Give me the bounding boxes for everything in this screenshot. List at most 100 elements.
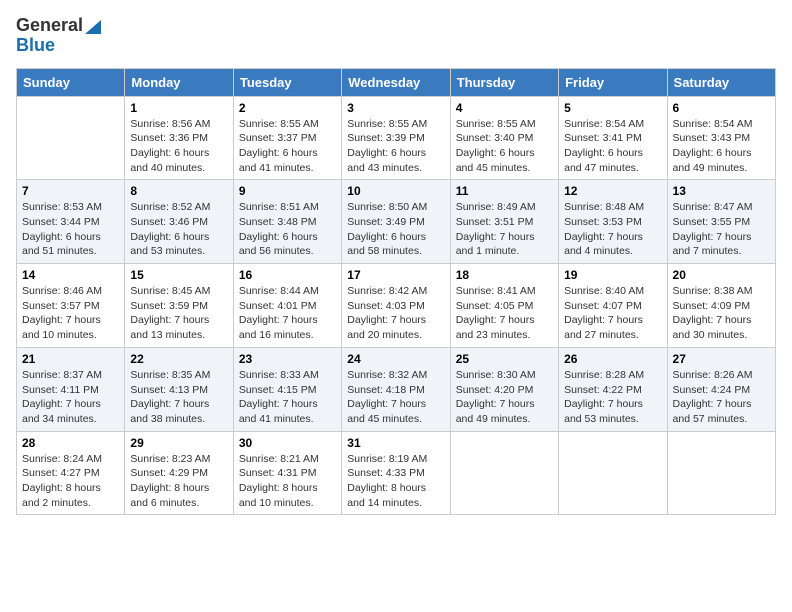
calendar-header: SundayMondayTuesdayWednesdayThursdayFrid… <box>17 68 776 96</box>
day-number: 12 <box>564 184 661 198</box>
day-number: 9 <box>239 184 336 198</box>
calendar-cell: 31Sunrise: 8:19 AM Sunset: 4:33 PM Dayli… <box>342 431 450 515</box>
day-number: 1 <box>130 101 227 115</box>
day-info: Sunrise: 8:30 AM Sunset: 4:20 PM Dayligh… <box>456 368 553 427</box>
calendar-cell: 26 Sunrise: 8:28 AM Sunset: 4:22 PM Dayli… <box>559 347 667 431</box>
day-number: 22 <box>130 352 227 366</box>
day-info: Sunrise: 8:42 AM Sunset: 4:03 PM Dayligh… <box>347 284 444 343</box>
day-number: 25 <box>456 352 553 366</box>
calendar-cell: 20 Sunrise: 8:38 AM Sunset: 4:09 PM Dayli… <box>667 264 775 348</box>
day-number: 18 <box>456 268 553 282</box>
day-number: 6 <box>673 101 770 115</box>
day-header-thursday: Thursday <box>450 68 558 96</box>
day-number: 7 <box>22 184 119 198</box>
calendar-week-row: 1Sunrise: 8:56 AM Sunset: 3:36 PM Daylig… <box>17 96 776 180</box>
calendar-week-row: 7 Sunrise: 8:53 AM Sunset: 3:44 PM Daylig… <box>17 180 776 264</box>
day-number: 28 <box>22 436 119 450</box>
calendar-cell: 28 Sunrise: 8:24 AM Sunset: 4:27 PM Dayli… <box>17 431 125 515</box>
calendar-cell <box>450 431 558 515</box>
day-number: 24 <box>347 352 444 366</box>
day-number: 2 <box>239 101 336 115</box>
logo-text: GeneralBlue <box>16 16 101 56</box>
day-info: Sunrise: 8:21 AM Sunset: 4:31 PM Dayligh… <box>239 452 336 511</box>
day-number: 17 <box>347 268 444 282</box>
day-info: Sunrise: 8:54 AM Sunset: 3:41 PM Dayligh… <box>564 117 661 176</box>
day-info: Sunrise: 8:53 AM Sunset: 3:44 PM Dayligh… <box>22 200 119 259</box>
calendar-cell: 18 Sunrise: 8:41 AM Sunset: 4:05 PM Dayli… <box>450 264 558 348</box>
day-info: Sunrise: 8:28 AM Sunset: 4:22 PM Dayligh… <box>564 368 661 427</box>
calendar-cell: 16 Sunrise: 8:44 AM Sunset: 4:01 PM Dayli… <box>233 264 341 348</box>
day-number: 30 <box>239 436 336 450</box>
day-info: Sunrise: 8:45 AM Sunset: 3:59 PM Dayligh… <box>130 284 227 343</box>
logo: GeneralBlue <box>16 16 101 56</box>
day-number: 11 <box>456 184 553 198</box>
day-info: Sunrise: 8:55 AM Sunset: 3:37 PM Dayligh… <box>239 117 336 176</box>
day-number: 19 <box>564 268 661 282</box>
calendar-cell: 24 Sunrise: 8:32 AM Sunset: 4:18 PM Dayli… <box>342 347 450 431</box>
calendar-table: SundayMondayTuesdayWednesdayThursdayFrid… <box>16 68 776 516</box>
day-header-sunday: Sunday <box>17 68 125 96</box>
day-info: Sunrise: 8:50 AM Sunset: 3:49 PM Dayligh… <box>347 200 444 259</box>
day-info: Sunrise: 8:44 AM Sunset: 4:01 PM Dayligh… <box>239 284 336 343</box>
day-info: Sunrise: 8:54 AM Sunset: 3:43 PM Dayligh… <box>673 117 770 176</box>
day-number: 3 <box>347 101 444 115</box>
day-info: Sunrise: 8:48 AM Sunset: 3:53 PM Dayligh… <box>564 200 661 259</box>
day-info: Sunrise: 8:52 AM Sunset: 3:46 PM Dayligh… <box>130 200 227 259</box>
day-number: 27 <box>673 352 770 366</box>
calendar-cell: 19 Sunrise: 8:40 AM Sunset: 4:07 PM Dayli… <box>559 264 667 348</box>
calendar-cell: 5 Sunrise: 8:54 AM Sunset: 3:41 PM Daylig… <box>559 96 667 180</box>
calendar-cell: 14 Sunrise: 8:46 AM Sunset: 3:57 PM Dayli… <box>17 264 125 348</box>
day-info: Sunrise: 8:40 AM Sunset: 4:07 PM Dayligh… <box>564 284 661 343</box>
day-info: Sunrise: 8:35 AM Sunset: 4:13 PM Dayligh… <box>130 368 227 427</box>
calendar-cell: 1Sunrise: 8:56 AM Sunset: 3:36 PM Daylig… <box>125 96 233 180</box>
calendar-cell: 8 Sunrise: 8:52 AM Sunset: 3:46 PM Daylig… <box>125 180 233 264</box>
day-number: 29 <box>130 436 227 450</box>
day-number: 21 <box>22 352 119 366</box>
calendar-cell <box>667 431 775 515</box>
day-info: Sunrise: 8:41 AM Sunset: 4:05 PM Dayligh… <box>456 284 553 343</box>
day-info: Sunrise: 8:47 AM Sunset: 3:55 PM Dayligh… <box>673 200 770 259</box>
day-number: 14 <box>22 268 119 282</box>
day-header-friday: Friday <box>559 68 667 96</box>
day-info: Sunrise: 8:37 AM Sunset: 4:11 PM Dayligh… <box>22 368 119 427</box>
calendar-cell: 25 Sunrise: 8:30 AM Sunset: 4:20 PM Dayli… <box>450 347 558 431</box>
day-info: Sunrise: 8:55 AM Sunset: 3:40 PM Dayligh… <box>456 117 553 176</box>
page-header: GeneralBlue <box>16 16 776 56</box>
day-number: 31 <box>347 436 444 450</box>
calendar-cell: 9Sunrise: 8:51 AM Sunset: 3:48 PM Daylig… <box>233 180 341 264</box>
day-number: 4 <box>456 101 553 115</box>
day-number: 23 <box>239 352 336 366</box>
day-number: 26 <box>564 352 661 366</box>
day-number: 8 <box>130 184 227 198</box>
day-number: 5 <box>564 101 661 115</box>
day-info: Sunrise: 8:46 AM Sunset: 3:57 PM Dayligh… <box>22 284 119 343</box>
day-info: Sunrise: 8:23 AM Sunset: 4:29 PM Dayligh… <box>130 452 227 511</box>
calendar-cell: 30 Sunrise: 8:21 AM Sunset: 4:31 PM Dayli… <box>233 431 341 515</box>
day-number: 16 <box>239 268 336 282</box>
day-header-wednesday: Wednesday <box>342 68 450 96</box>
day-info: Sunrise: 8:24 AM Sunset: 4:27 PM Dayligh… <box>22 452 119 511</box>
day-info: Sunrise: 8:38 AM Sunset: 4:09 PM Dayligh… <box>673 284 770 343</box>
calendar-cell: 2 Sunrise: 8:55 AM Sunset: 3:37 PM Daylig… <box>233 96 341 180</box>
calendar-cell: 12 Sunrise: 8:48 AM Sunset: 3:53 PM Dayli… <box>559 180 667 264</box>
calendar-cell: 6 Sunrise: 8:54 AM Sunset: 3:43 PM Daylig… <box>667 96 775 180</box>
calendar-cell: 23 Sunrise: 8:33 AM Sunset: 4:15 PM Dayli… <box>233 347 341 431</box>
calendar-cell: 29 Sunrise: 8:23 AM Sunset: 4:29 PM Dayli… <box>125 431 233 515</box>
day-number: 15 <box>130 268 227 282</box>
day-info: Sunrise: 8:32 AM Sunset: 4:18 PM Dayligh… <box>347 368 444 427</box>
calendar-cell: 11 Sunrise: 8:49 AM Sunset: 3:51 PM Dayli… <box>450 180 558 264</box>
day-info: Sunrise: 8:26 AM Sunset: 4:24 PM Dayligh… <box>673 368 770 427</box>
calendar-cell <box>17 96 125 180</box>
calendar-week-row: 14 Sunrise: 8:46 AM Sunset: 3:57 PM Dayli… <box>17 264 776 348</box>
calendar-cell <box>559 431 667 515</box>
day-header-monday: Monday <box>125 68 233 96</box>
calendar-cell: 21 Sunrise: 8:37 AM Sunset: 4:11 PM Dayli… <box>17 347 125 431</box>
day-info: Sunrise: 8:49 AM Sunset: 3:51 PM Dayligh… <box>456 200 553 259</box>
calendar-week-row: 21 Sunrise: 8:37 AM Sunset: 4:11 PM Dayli… <box>17 347 776 431</box>
calendar-cell: 15 Sunrise: 8:45 AM Sunset: 3:59 PM Dayli… <box>125 264 233 348</box>
calendar-cell: 17 Sunrise: 8:42 AM Sunset: 4:03 PM Dayli… <box>342 264 450 348</box>
day-header-saturday: Saturday <box>667 68 775 96</box>
day-info: Sunrise: 8:33 AM Sunset: 4:15 PM Dayligh… <box>239 368 336 427</box>
day-number: 20 <box>673 268 770 282</box>
calendar-cell: 7 Sunrise: 8:53 AM Sunset: 3:44 PM Daylig… <box>17 180 125 264</box>
